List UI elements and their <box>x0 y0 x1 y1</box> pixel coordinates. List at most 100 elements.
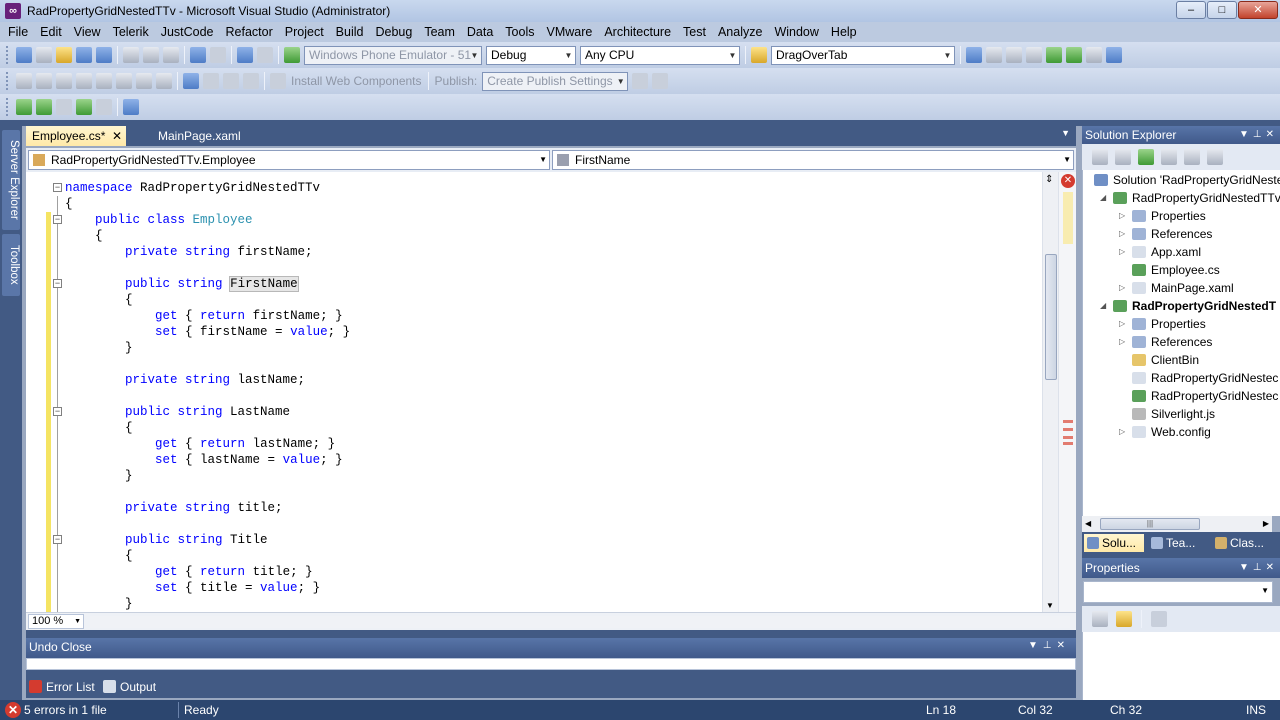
stop-debugging-icon[interactable] <box>56 99 72 115</box>
copy-icon[interactable] <box>143 47 159 63</box>
quick-info-icon[interactable] <box>56 73 72 89</box>
code-line[interactable]: { <box>65 292 133 308</box>
toolbox-tab[interactable]: Toolbox <box>2 234 20 296</box>
scroll-left-icon[interactable]: ◀ <box>1085 519 1091 528</box>
error-marker[interactable] <box>1063 428 1073 431</box>
tab-employee-cs[interactable]: Employee.cs* ✕ <box>26 126 126 146</box>
code-line[interactable]: get { return lastName; } <box>65 436 335 452</box>
find-combo[interactable]: DragOverTab ▼ <box>771 45 955 65</box>
tab-mainpage-xaml[interactable]: MainPage.xaml <box>152 126 247 146</box>
properties-object-combo[interactable]: ▼ <box>1083 581 1273 603</box>
code-line[interactable]: set { title = value; } <box>65 580 320 596</box>
expand-arrow-icon[interactable]: ▷ <box>1119 315 1125 333</box>
view-code-icon[interactable] <box>1161 149 1177 165</box>
find-icon[interactable] <box>751 47 767 63</box>
cut-icon[interactable] <box>123 47 139 63</box>
code-line[interactable]: { <box>65 548 133 564</box>
scroll-down-icon[interactable]: ▼ <box>1046 601 1054 610</box>
display-object-member-list-icon[interactable] <box>16 73 32 89</box>
collapse-outline-icon[interactable]: − <box>53 407 62 416</box>
properties-icon[interactable] <box>1092 149 1108 165</box>
menu-test[interactable]: Test <box>677 22 712 42</box>
expand-arrow-icon[interactable]: ▷ <box>1119 207 1125 225</box>
undo-close-panel-body[interactable] <box>26 658 1076 670</box>
alphabetical-icon[interactable] <box>1116 611 1132 627</box>
properties-window-icon[interactable] <box>986 47 1002 63</box>
install-web-components-icon[interactable] <box>270 73 286 89</box>
menu-refactor[interactable]: Refactor <box>220 22 279 42</box>
publish-options-icon[interactable] <box>652 73 669 89</box>
code-line[interactable]: namespace RadPropertyGridNestedTTv <box>65 180 320 196</box>
server-explorer-tab[interactable]: Server Explorer <box>2 130 20 230</box>
word-completion-icon[interactable] <box>76 73 92 89</box>
menu-vmware[interactable]: VMware <box>540 22 598 42</box>
active-files-dropdown-icon[interactable]: ▼ <box>1061 128 1070 138</box>
collapse-arrow-icon[interactable]: ◢ <box>1100 297 1106 315</box>
redo-icon[interactable] <box>210 47 226 63</box>
tab-solution-explorer[interactable]: Solu... <box>1084 534 1144 552</box>
uncomment-icon[interactable] <box>156 73 172 89</box>
scroll-right-icon[interactable]: ▶ <box>1263 519 1269 528</box>
step-over-icon[interactable] <box>76 99 92 115</box>
collapse-outline-icon[interactable]: − <box>53 535 62 544</box>
publish-settings-combo[interactable]: Create Publish Settings ▼ <box>482 71 629 91</box>
refresh-icon[interactable] <box>1138 149 1154 165</box>
indicator-margin[interactable] <box>26 172 46 612</box>
code-line[interactable]: set { lastName = value; } <box>65 452 343 468</box>
error-marker[interactable] <box>1063 420 1073 423</box>
expand-arrow-icon[interactable]: ▷ <box>1119 279 1125 297</box>
navigate-forward-icon[interactable] <box>257 47 273 63</box>
extension-manager-icon[interactable] <box>1066 47 1082 63</box>
target-device-combo[interactable]: Windows Phone Emulator - 51 ▼ <box>304 45 482 65</box>
code-line[interactable]: public class Employee <box>65 212 253 228</box>
expand-arrow-icon[interactable]: ▷ <box>1119 243 1125 261</box>
step-out-icon[interactable] <box>96 99 112 115</box>
error-marker[interactable] <box>1063 442 1073 445</box>
save-all-icon[interactable] <box>96 47 112 63</box>
error-list-tab[interactable]: Error List <box>26 678 98 696</box>
toolbar-grip[interactable] <box>6 98 10 116</box>
menu-view[interactable]: View <box>68 22 107 42</box>
code-line[interactable]: } <box>65 468 133 484</box>
show-all-files-icon[interactable] <box>1115 149 1131 165</box>
code-line[interactable]: { <box>65 196 73 212</box>
menu-telerik[interactable]: Telerik <box>107 22 155 42</box>
error-icon[interactable]: ✕ <box>5 702 21 718</box>
toolbox-icon[interactable] <box>1026 47 1042 63</box>
next-bookmark-icon[interactable] <box>223 73 239 89</box>
collapse-arrow-icon[interactable]: ◢ <box>1100 189 1106 207</box>
code-line[interactable]: public string LastName <box>65 404 290 420</box>
property-pages-icon[interactable] <box>1151 611 1167 627</box>
continue-icon[interactable] <box>16 99 32 115</box>
expand-arrow-icon[interactable]: ▷ <box>1119 333 1125 351</box>
view-designer-icon[interactable] <box>1184 149 1200 165</box>
properties-grid[interactable] <box>1082 632 1280 700</box>
expand-arrow-icon[interactable]: ▷ <box>1119 423 1125 441</box>
comment-icon[interactable] <box>136 73 152 89</box>
menu-architecture[interactable]: Architecture <box>598 22 677 42</box>
code-line[interactable]: get { return title; } <box>65 564 313 580</box>
decrease-indent-icon[interactable] <box>96 73 112 89</box>
undo-icon[interactable] <box>190 47 206 63</box>
menu-build[interactable]: Build <box>330 22 370 42</box>
code-line[interactable]: public string FirstName <box>65 276 299 292</box>
previous-bookmark-icon[interactable] <box>203 73 219 89</box>
error-count[interactable]: 5 errors in 1 file <box>24 700 107 720</box>
menu-data[interactable]: Data <box>461 22 499 42</box>
menu-debug[interactable]: Debug <box>369 22 418 42</box>
code-line[interactable]: public string Title <box>65 532 268 548</box>
menu-justcode[interactable]: JustCode <box>155 22 220 42</box>
collapse-outline-icon[interactable]: − <box>53 215 62 224</box>
clear-bookmarks-icon[interactable] <box>243 73 259 89</box>
types-combo[interactable]: RadPropertyGridNestedTTv.Employee ▼ <box>28 150 550 170</box>
solution-explorer-icon[interactable] <box>966 47 982 63</box>
error-marker[interactable] <box>1063 436 1073 439</box>
code-line[interactable]: { <box>65 228 103 244</box>
code-line[interactable]: get { return firstName; } <box>65 308 343 324</box>
menu-edit[interactable]: Edit <box>34 22 68 42</box>
menu-team[interactable]: Team <box>418 22 461 42</box>
menu-project[interactable]: Project <box>279 22 330 42</box>
zoom-combo[interactable]: 100 % ▼ <box>28 614 84 629</box>
code-line[interactable]: } <box>65 340 133 356</box>
close-icon[interactable]: ✕ <box>112 126 122 146</box>
